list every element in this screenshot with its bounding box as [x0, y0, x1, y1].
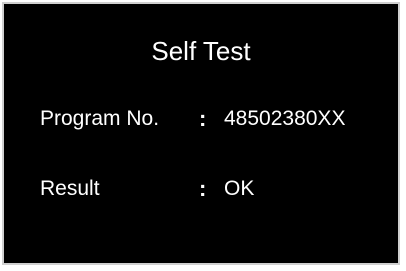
result-row: Result : OK [40, 175, 390, 203]
screen-title: Self Test [151, 36, 251, 66]
result-separator: : [199, 176, 207, 201]
result-label: Result [40, 177, 100, 200]
program-number-value: 48502380XX [224, 107, 346, 130]
self-test-screen: Self Test Program No. : 48502380XX Resul… [2, 2, 400, 265]
program-number-row: Program No. : 48502380XX [40, 105, 390, 133]
program-number-label: Program No. [40, 107, 160, 130]
result-value: OK [224, 177, 255, 200]
program-number-separator: : [199, 106, 207, 131]
